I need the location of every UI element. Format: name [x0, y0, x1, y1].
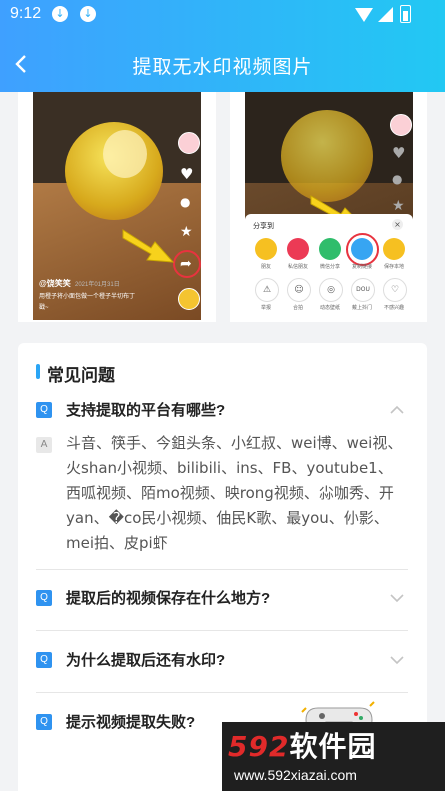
- question-text: 提取后的视频保存在什么地方?: [66, 590, 271, 607]
- send-message-icon[interactable]: [287, 238, 309, 260]
- share-label: 保存本地: [383, 264, 404, 270]
- star-icon: ★: [180, 224, 193, 240]
- share-label: 朋友: [260, 264, 271, 270]
- share-label: 微信分享: [319, 264, 340, 270]
- share-label: 动态壁纸: [319, 305, 340, 311]
- heart-icon: ♥: [392, 144, 406, 162]
- share-friend-icon[interactable]: [255, 238, 277, 260]
- tutorial-image-left: ♥ ● ★ ➦ @饶笑笑 2021年01月31日 用橙子将小面包做一个橙子半切布…: [18, 92, 216, 322]
- arrow-icon: [122, 229, 175, 263]
- question-badge: Q: [36, 652, 52, 668]
- caption-date: 2021年01月31日: [75, 282, 120, 288]
- question-text: 为什么提取后还有水印?: [66, 652, 226, 669]
- caption-more: 戳~: [39, 305, 49, 311]
- site-watermark: 592软件园 www.592xiazai.com: [222, 722, 445, 791]
- close-icon[interactable]: ×: [392, 219, 403, 230]
- watermark-brand-text: 软件园: [289, 730, 377, 763]
- avatar: [390, 114, 412, 136]
- live-wallpaper-icon[interactable]: ◎: [319, 278, 343, 302]
- comment-icon: ●: [392, 172, 403, 186]
- caption-text: 用橙子将小面包做一个橙子半切布丁: [39, 294, 136, 300]
- divider: [36, 692, 408, 693]
- share-label: 合拍: [292, 305, 303, 311]
- question-badge: Q: [36, 714, 52, 730]
- question-text: 提示视频提取失败?: [66, 714, 196, 731]
- status-bar: 9:12 ↓ ↓: [0, 0, 445, 30]
- video-preview-dimmed: ♥ ● ★ 分享到 × 朋友 私信朋友 微信分享 复制链接 保存本地 ⚠ ☺ ◎…: [245, 92, 413, 320]
- tutorial-image-right: ♥ ● ★ 分享到 × 朋友 私信朋友 微信分享 复制链接 保存本地 ⚠ ☺ ◎…: [230, 92, 427, 322]
- faq-heading: 常见问题: [36, 361, 115, 386]
- highlight-circle: [346, 233, 379, 266]
- faq-question-platforms[interactable]: Q 支持提取的平台有哪些?: [36, 391, 408, 431]
- chevron-down-icon: [390, 594, 404, 603]
- report-icon[interactable]: ⚠: [255, 278, 279, 302]
- divider: [36, 630, 408, 631]
- share-sheet: 分享到 × 朋友 私信朋友 微信分享 复制链接 保存本地 ⚠ ☺ ◎ DOU ♡…: [245, 214, 413, 320]
- share-label: 不感兴趣: [383, 305, 404, 311]
- watermark-url: www.592xiazai.com: [234, 767, 357, 783]
- share-label: 举报: [260, 305, 271, 311]
- wifi-icon: [355, 8, 373, 22]
- question-badge: Q: [36, 590, 52, 606]
- status-time: 9:12: [10, 5, 42, 22]
- download-icon: ↓: [80, 6, 96, 22]
- dou-icon[interactable]: DOU: [351, 278, 375, 302]
- question-text: 支持提取的平台有哪些?: [66, 402, 226, 419]
- signal-icon: [378, 7, 393, 22]
- duet-icon[interactable]: ☺: [287, 278, 311, 302]
- download-icon: ↓: [52, 6, 68, 22]
- not-interested-icon[interactable]: ♡: [383, 278, 407, 302]
- battery-icon: [400, 5, 411, 23]
- share-sheet-title: 分享到: [253, 222, 274, 230]
- caption-user: @饶笑笑: [39, 279, 71, 288]
- highlight-circle: [173, 250, 201, 278]
- chevron-down-icon: [390, 656, 404, 665]
- comment-icon: ●: [180, 195, 191, 209]
- share-label: 复制链接: [351, 264, 372, 270]
- answer-badge: A: [36, 437, 52, 453]
- page-title: 提取无水印视频图片: [132, 57, 313, 78]
- watermark-brand-number: 592: [228, 730, 290, 763]
- avatar: [178, 132, 200, 154]
- save-local-icon[interactable]: [383, 238, 405, 260]
- share-label: 私信朋友: [287, 264, 308, 270]
- video-preview: ♥ ● ★ ➦ @饶笑笑 2021年01月31日 用橙子将小面包做一个橙子半切布…: [33, 92, 201, 320]
- faq-question-save-location[interactable]: Q 提取后的视频保存在什么地方?: [36, 579, 408, 619]
- answer-text: 斗音、筷手、今鉏头条、小红叔、wei博、wei视、火shan小视频、bilibi…: [66, 434, 403, 552]
- wechat-icon[interactable]: [319, 238, 341, 260]
- chevron-up-icon: [390, 405, 404, 414]
- music-disc-icon: [178, 288, 200, 310]
- divider: [36, 569, 408, 570]
- faq-question-watermark[interactable]: Q 为什么提取后还有水印?: [36, 641, 408, 681]
- star-icon: ★: [392, 198, 405, 214]
- share-label: 戴上抖门: [351, 305, 372, 311]
- question-badge: Q: [36, 402, 52, 418]
- heart-icon: ♥: [180, 165, 194, 183]
